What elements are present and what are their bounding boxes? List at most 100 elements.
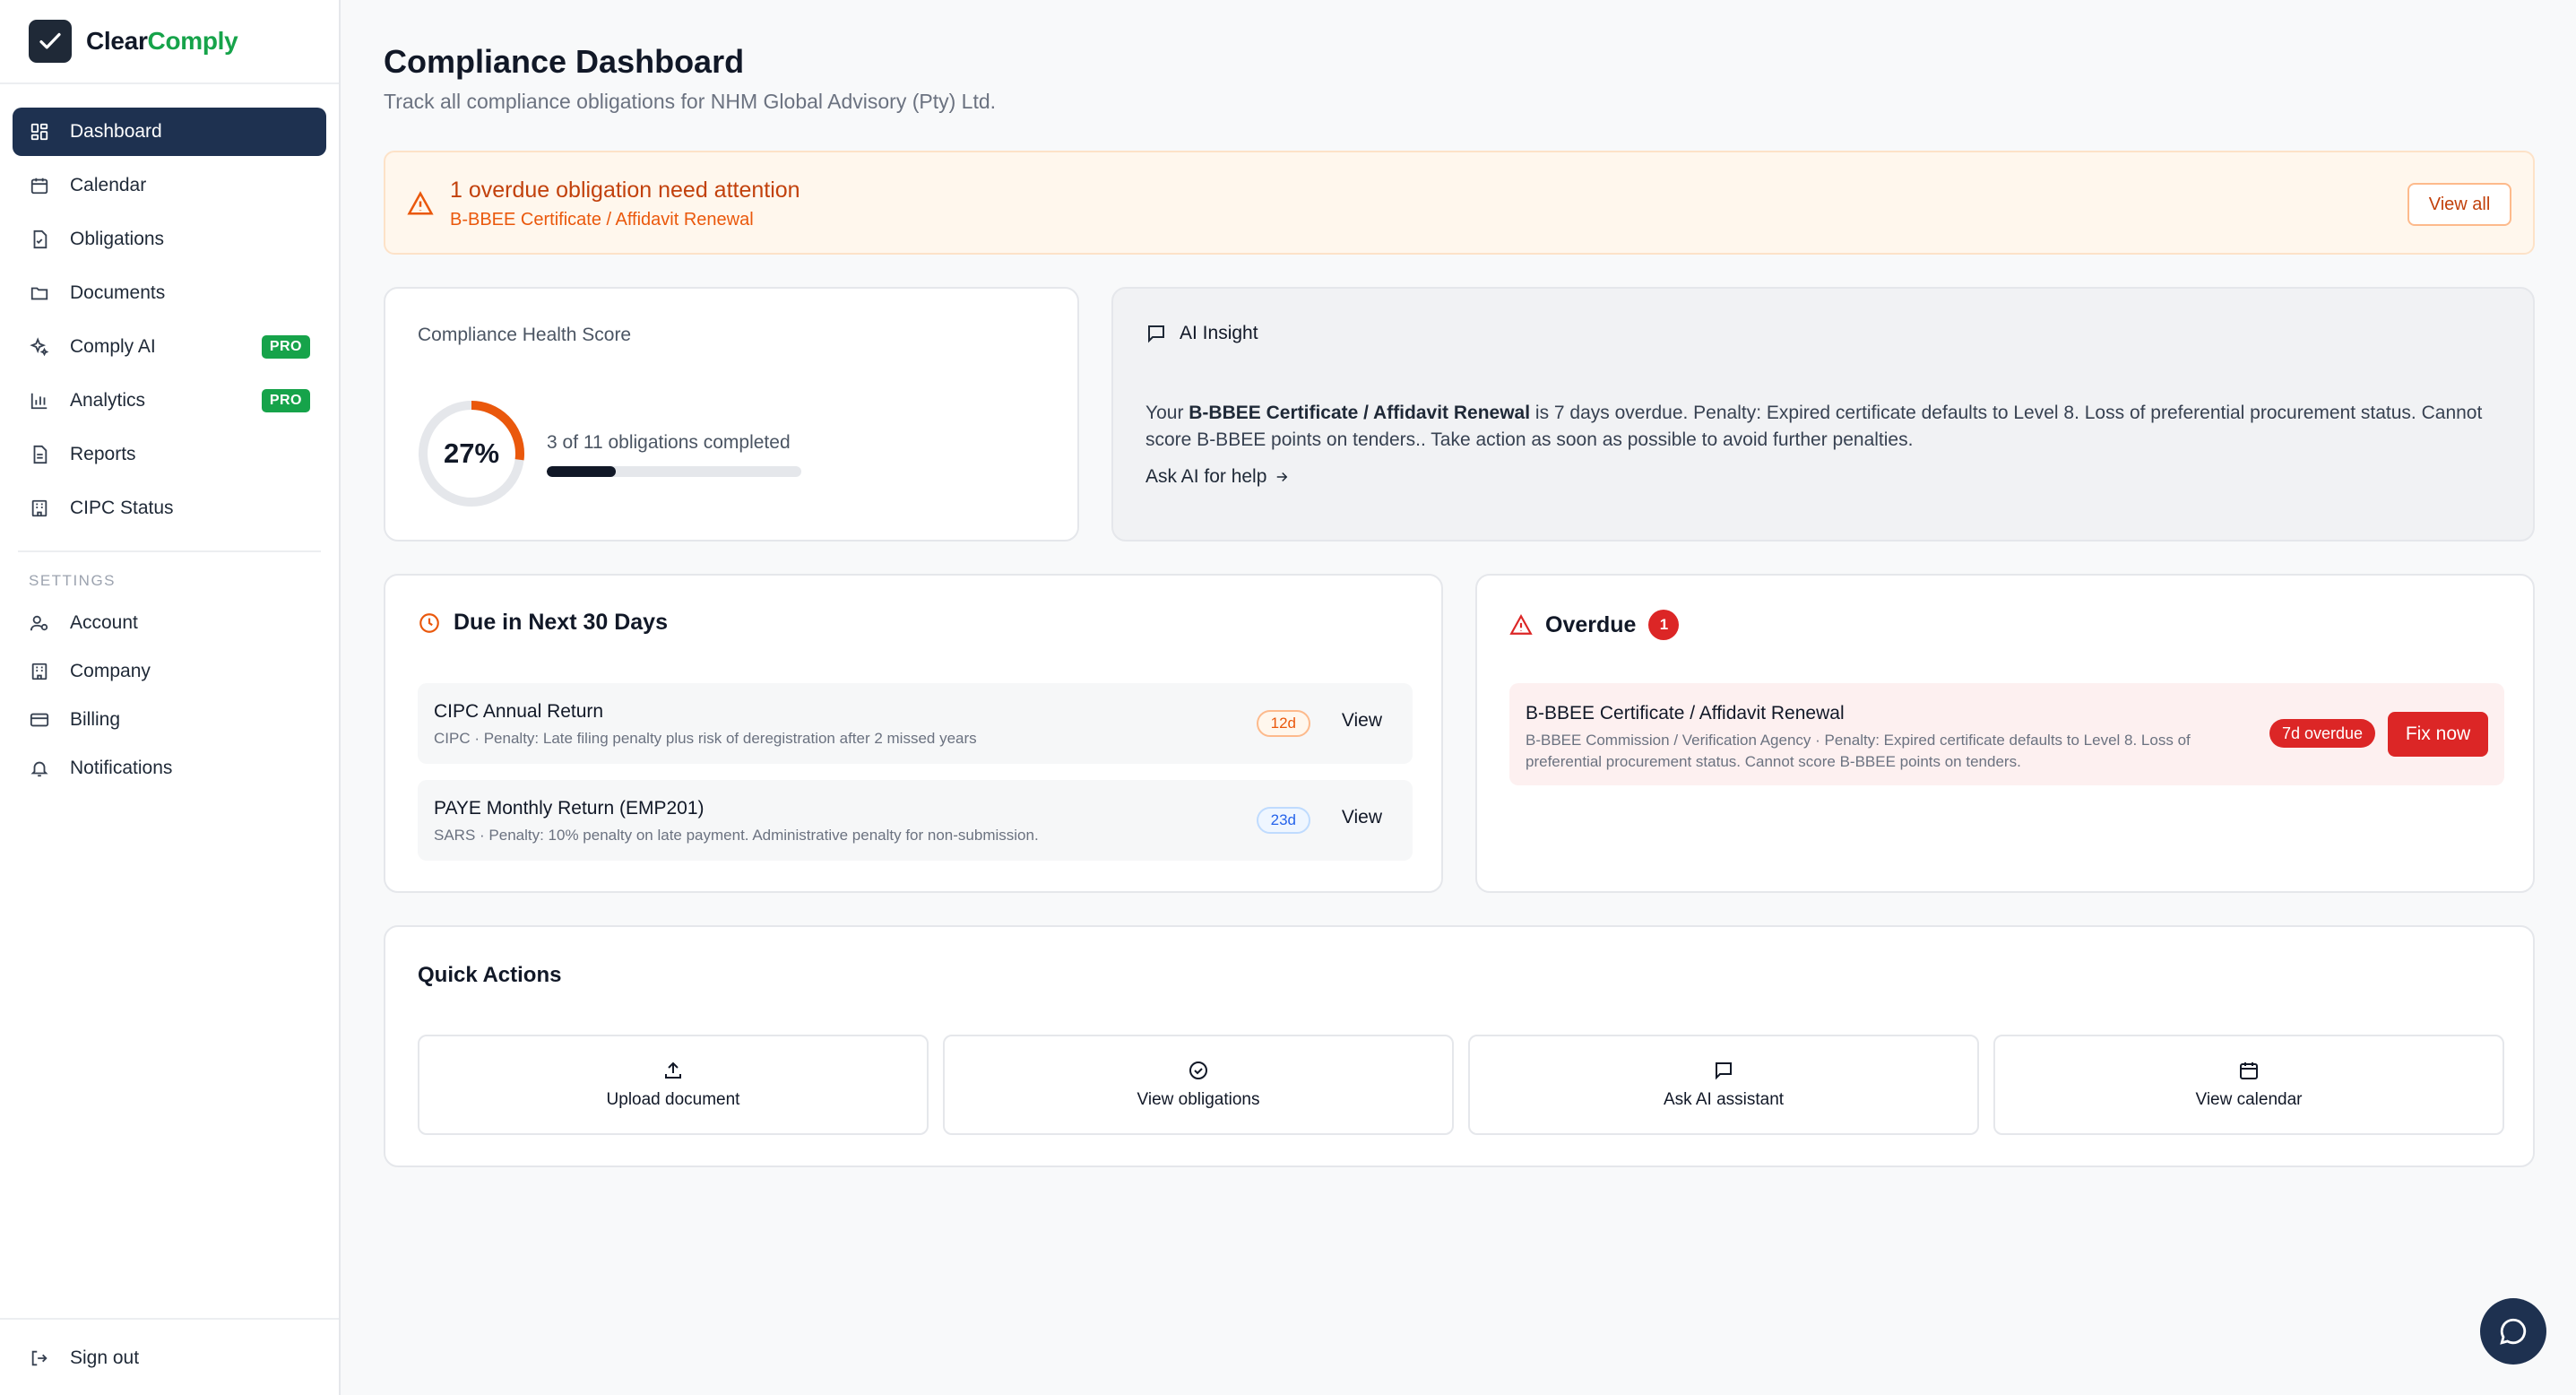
sidebar-item-company[interactable]: Company bbox=[13, 649, 326, 694]
calendar-icon bbox=[29, 175, 50, 196]
chat-bubble-icon bbox=[2498, 1316, 2528, 1347]
warning-icon bbox=[1509, 613, 1533, 637]
sidebar-item-notifications[interactable]: Notifications bbox=[13, 746, 326, 791]
alert-subtitle: B-BBEE Certificate / Affidavit Renewal bbox=[450, 210, 754, 230]
sidebar-item-cipc-status[interactable]: CIPC Status bbox=[13, 484, 326, 533]
sidebar-item-dashboard[interactable]: Dashboard bbox=[13, 108, 326, 156]
ai-insight-card: AI Insight Your B-BBEE Certificate / Aff… bbox=[1111, 287, 2535, 542]
overdue-header: Overdue 1 bbox=[1509, 610, 1680, 640]
sidebar-item-label: Obligations bbox=[70, 229, 165, 249]
building-icon bbox=[29, 661, 50, 682]
main-nav: Dashboard Calendar Obligations Documents… bbox=[0, 84, 339, 533]
ai-insight-title: AI Insight bbox=[1180, 323, 1258, 343]
obligation-detail: B-BBEE Commission / Verification Agency … bbox=[1526, 732, 2191, 770]
ai-insight-text: Your B-BBEE Certificate / Affidavit Rene… bbox=[1145, 400, 2508, 454]
quick-action-label: View obligations bbox=[1137, 1090, 1260, 1109]
bell-icon bbox=[29, 758, 50, 779]
obligation-detail: CIPC · Penalty: Late filing penalty plus… bbox=[434, 730, 977, 747]
completion-progress-bar bbox=[547, 466, 801, 477]
settings-nav: Account Company Billing Notifications bbox=[0, 601, 339, 791]
days-remaining-badge: 23d bbox=[1256, 807, 1310, 834]
obligation-title: PAYE Monthly Return (EMP201) bbox=[434, 798, 705, 819]
days-remaining-badge: 12d bbox=[1256, 710, 1310, 737]
ask-ai-link[interactable]: Ask AI for help bbox=[1145, 466, 1290, 488]
health-score-title: Compliance Health Score bbox=[418, 325, 632, 345]
check-icon bbox=[29, 20, 72, 63]
view-all-button[interactable]: View all bbox=[2407, 183, 2511, 226]
signout-button[interactable]: Sign out bbox=[13, 1334, 326, 1382]
ask-ai-label: Ask AI for help bbox=[1145, 466, 1267, 487]
message-icon bbox=[1713, 1060, 1734, 1081]
quick-actions-card: Quick Actions Upload document View oblig… bbox=[384, 925, 2535, 1167]
overdue-alert: 1 overdue obligation need attention B-BB… bbox=[384, 151, 2535, 255]
list-item[interactable]: B-BBEE Certificate / Affidavit Renewal B… bbox=[1509, 683, 2504, 785]
sidebar-item-analytics[interactable]: Analytics PRO bbox=[13, 377, 326, 425]
brand-name-part1: Clear bbox=[86, 27, 148, 55]
ask-ai-assistant-button[interactable]: Ask AI assistant bbox=[1468, 1035, 1979, 1135]
sidebar-item-billing[interactable]: Billing bbox=[13, 698, 326, 742]
view-button[interactable]: View bbox=[1342, 710, 1382, 732]
sidebar-item-label: Reports bbox=[70, 444, 136, 464]
sidebar: ClearComply Dashboard Calendar Obligatio… bbox=[0, 0, 341, 1395]
list-item[interactable]: PAYE Monthly Return (EMP201) SARS · Pena… bbox=[418, 780, 1413, 861]
overdue-card: Overdue 1 B-BBEE Certificate / Affidavit… bbox=[1475, 574, 2535, 893]
overdue-title: Overdue bbox=[1545, 611, 1637, 637]
ai-insight-header: AI Insight bbox=[1145, 323, 1258, 344]
list-item[interactable]: CIPC Annual Return CIPC · Penalty: Late … bbox=[418, 683, 1413, 764]
brand-name-part2: Comply bbox=[147, 27, 238, 55]
fix-now-button[interactable]: Fix now bbox=[2388, 712, 2488, 757]
sidebar-item-label: Calendar bbox=[70, 175, 147, 195]
sidebar-item-reports[interactable]: Reports bbox=[13, 430, 326, 479]
check-circle-icon bbox=[1188, 1060, 1209, 1081]
health-score-card: Compliance Health Score 27% 3 of 11 obli… bbox=[384, 287, 1079, 542]
sidebar-item-label: Comply AI bbox=[70, 336, 156, 357]
sidebar-item-label: Account bbox=[70, 612, 138, 633]
pro-badge: PRO bbox=[261, 335, 310, 359]
sidebar-item-account[interactable]: Account bbox=[13, 601, 326, 646]
logout-icon bbox=[29, 1347, 50, 1369]
message-icon bbox=[1145, 323, 1167, 344]
ai-insight-obligation: B-BBEE Certificate / Affidavit Renewal bbox=[1189, 403, 1531, 423]
building-icon bbox=[29, 498, 50, 519]
document-check-icon bbox=[29, 229, 50, 250]
credit-card-icon bbox=[29, 709, 50, 731]
view-button[interactable]: View bbox=[1342, 807, 1382, 828]
bar-chart-icon bbox=[29, 390, 50, 412]
view-calendar-button[interactable]: View calendar bbox=[1993, 1035, 2504, 1135]
quick-action-label: View calendar bbox=[2195, 1090, 2303, 1109]
sidebar-item-documents[interactable]: Documents bbox=[13, 269, 326, 317]
warning-icon bbox=[407, 190, 434, 221]
brand[interactable]: ClearComply bbox=[0, 0, 339, 84]
sidebar-item-label: Billing bbox=[70, 709, 121, 730]
view-obligations-button[interactable]: View obligations bbox=[943, 1035, 1454, 1135]
quick-action-label: Ask AI assistant bbox=[1663, 1090, 1785, 1109]
divider bbox=[18, 550, 321, 552]
sparkles-icon bbox=[29, 336, 50, 358]
alert-title: 1 overdue obligation need attention bbox=[450, 178, 800, 203]
brand-name: ClearComply bbox=[86, 27, 238, 56]
sidebar-item-label: Dashboard bbox=[70, 121, 162, 142]
sidebar-item-comply-ai[interactable]: Comply AI PRO bbox=[13, 323, 326, 371]
signout-area: Sign out bbox=[0, 1318, 339, 1395]
sidebar-item-label: Documents bbox=[70, 282, 166, 303]
completion-progress-fill bbox=[547, 466, 616, 477]
obligation-detail: SARS · Penalty: 10% penalty on late paym… bbox=[434, 827, 1039, 844]
sidebar-item-label: CIPC Status bbox=[70, 498, 174, 518]
health-score-value: 27% bbox=[443, 438, 500, 469]
overdue-count-badge: 1 bbox=[1648, 610, 1680, 640]
sidebar-item-label: Notifications bbox=[70, 758, 173, 778]
calendar-icon bbox=[2238, 1060, 2260, 1081]
quick-action-label: Upload document bbox=[606, 1090, 740, 1109]
overdue-days-badge: 7d overdue bbox=[2269, 719, 2376, 748]
sidebar-item-calendar[interactable]: Calendar bbox=[13, 161, 326, 210]
upload-icon bbox=[662, 1060, 684, 1081]
quick-actions-title: Quick Actions bbox=[418, 963, 562, 987]
grid-icon bbox=[29, 121, 50, 143]
upload-document-button[interactable]: Upload document bbox=[418, 1035, 929, 1135]
obligation-title: B-BBEE Certificate / Affidavit Renewal bbox=[1526, 703, 1845, 723]
report-icon bbox=[29, 444, 50, 465]
signout-label: Sign out bbox=[70, 1347, 140, 1368]
chat-button[interactable] bbox=[2480, 1298, 2546, 1365]
sidebar-item-obligations[interactable]: Obligations bbox=[13, 215, 326, 264]
obligations-completed-text: 3 of 11 obligations completed bbox=[547, 432, 791, 453]
